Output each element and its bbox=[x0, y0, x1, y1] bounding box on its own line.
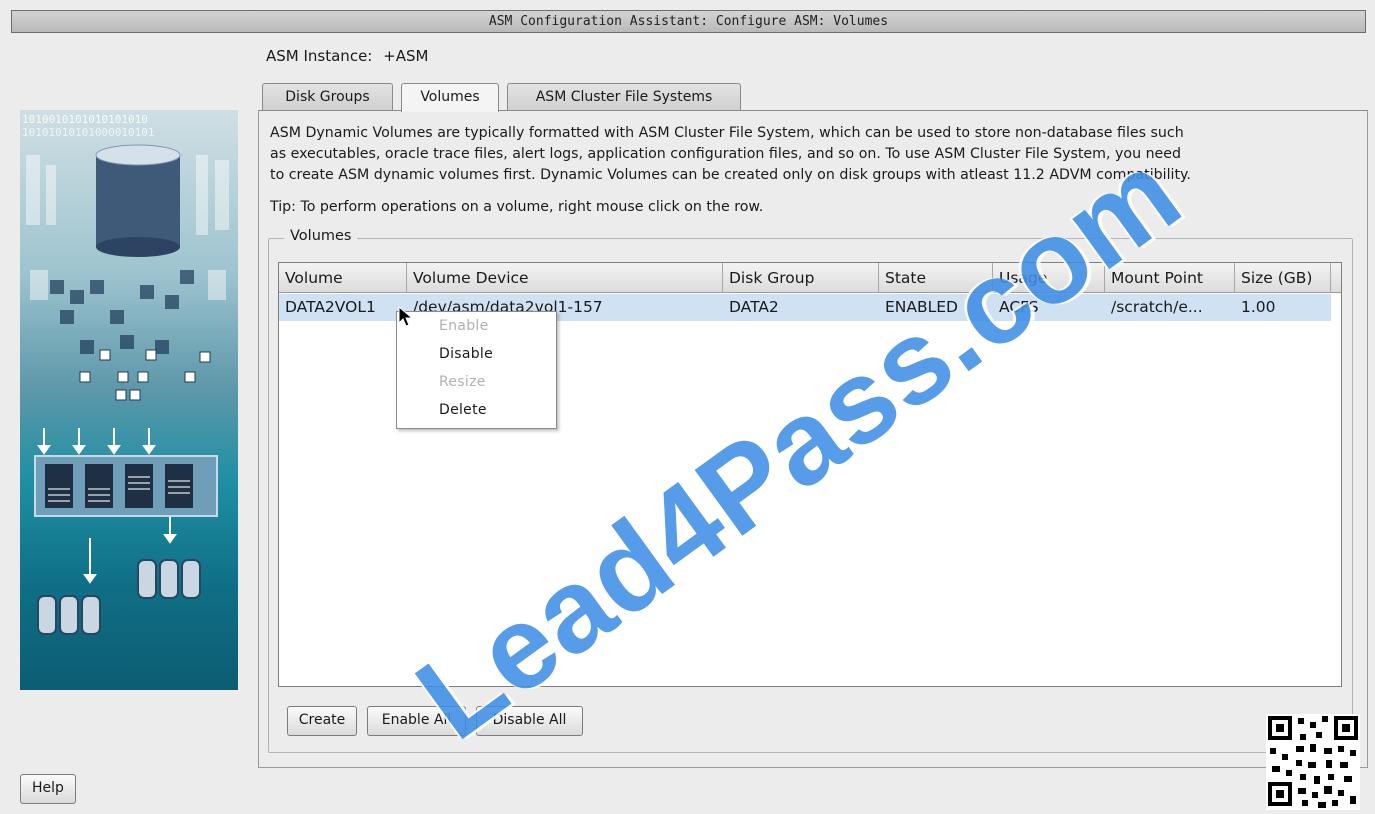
window-title: ASM Configuration Assistant: Configure A… bbox=[488, 14, 889, 29]
cell-mount-point: /scratch/e... bbox=[1111, 298, 1203, 316]
column-header-mount-point[interactable]: Mount Point bbox=[1105, 263, 1235, 293]
volumes-description: ASM Dynamic Volumes are typically format… bbox=[270, 123, 1355, 186]
cell-usage: ACFS bbox=[999, 298, 1039, 316]
description-line: to create ASM dynamic volumes first. Dyn… bbox=[270, 167, 1191, 183]
volumes-group-label: Volumes bbox=[284, 228, 358, 244]
tab-asm-cluster-file-systems[interactable]: ASM Cluster File Systems bbox=[507, 83, 741, 111]
description-line: as executables, oracle trace files, aler… bbox=[270, 146, 1182, 162]
storage-illustration: 1010010101010101010 10101010101000010101 bbox=[22, 113, 229, 635]
window-title-bar: ASM Configuration Assistant: Configure A… bbox=[11, 10, 1366, 33]
cell-size: 1.00 bbox=[1241, 298, 1276, 316]
help-button[interactable]: Help bbox=[20, 774, 76, 804]
enable-all-button[interactable]: Enable All bbox=[367, 706, 466, 736]
asm-instance-label: ASM Instance: bbox=[266, 47, 373, 65]
column-header-usage[interactable]: Usage bbox=[993, 263, 1105, 293]
qr-code-icon bbox=[1266, 714, 1360, 810]
create-button[interactable]: Create bbox=[287, 706, 357, 736]
tab-volumes-label: Volumes bbox=[420, 89, 480, 105]
cell-disk-group: DATA2 bbox=[729, 298, 779, 316]
disable-all-button[interactable]: Disable All bbox=[476, 706, 583, 736]
asm-instance-info: ASM Instance: +ASM bbox=[266, 47, 428, 65]
column-header-state[interactable]: State bbox=[879, 263, 993, 293]
menu-item-delete[interactable]: Delete bbox=[439, 402, 487, 418]
tip-text: Tip: To perform operations on a volume, … bbox=[270, 199, 764, 215]
menu-item-disable[interactable]: Disable bbox=[439, 346, 493, 362]
qr-code-graphic bbox=[1266, 714, 1360, 810]
enable-all-button-label: Enable All bbox=[381, 712, 452, 728]
tab-volumes[interactable]: Volumes bbox=[401, 83, 499, 112]
column-header-volume[interactable]: Volume bbox=[279, 263, 407, 293]
create-button-label: Create bbox=[298, 712, 346, 728]
context-menu: Enable Disable Resize Delete bbox=[396, 311, 557, 429]
menu-item-enable[interactable]: Enable bbox=[439, 318, 489, 334]
side-banner: 1010010101010101010 10101010101000010101 bbox=[20, 110, 238, 690]
tab-disk-groups-label: Disk Groups bbox=[285, 89, 370, 105]
binary-text-1: 1010010101010101010 bbox=[22, 113, 148, 126]
tab-acfs-label: ASM Cluster File Systems bbox=[535, 89, 713, 105]
description-line: ASM Dynamic Volumes are typically format… bbox=[270, 125, 1184, 141]
column-header-size[interactable]: Size (GB) bbox=[1235, 263, 1331, 293]
help-button-label: Help bbox=[32, 780, 64, 796]
asm-instance-value: +ASM bbox=[383, 47, 429, 65]
cell-volume: DATA2VOL1 bbox=[285, 298, 376, 316]
column-header-disk-group[interactable]: Disk Group bbox=[723, 263, 879, 293]
cell-state: ENABLED bbox=[885, 298, 958, 316]
tab-disk-groups[interactable]: Disk Groups bbox=[262, 83, 393, 111]
column-header-volume-device[interactable]: Volume Device bbox=[407, 263, 723, 293]
binary-text-2: 10101010101000010101 bbox=[22, 126, 154, 139]
table-header: Volume Volume Device Disk Group State Us… bbox=[279, 263, 1341, 293]
disable-all-button-label: Disable All bbox=[492, 712, 567, 728]
mouse-cursor-icon bbox=[398, 306, 414, 327]
menu-item-resize[interactable]: Resize bbox=[439, 374, 486, 390]
